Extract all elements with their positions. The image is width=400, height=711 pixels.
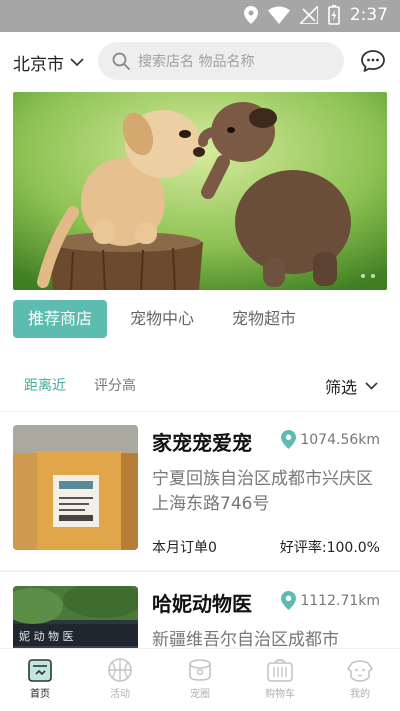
distance-value: 1112.71km [300, 592, 380, 609]
tab-recommended-shops[interactable]: 推荐商店 [13, 300, 108, 338]
nav-label: 宠圈 [190, 689, 210, 700]
location-status-icon [243, 6, 258, 24]
chevron-down-icon [70, 58, 84, 67]
shop-card[interactable]: 家宠宠爱宠 1074.56km 宁夏回族自治区成都市兴庆区上海东路746号 本月… [0, 411, 400, 561]
wifi-icon [267, 6, 290, 24]
category-tabs: 推荐商店 宠物中心 宠物超市 [13, 300, 319, 338]
sort-bar: 距离近 评分高 筛选 [0, 365, 400, 403]
carousel-dot [361, 274, 365, 278]
signal-icon [299, 6, 318, 24]
pet-carrier-icon [267, 659, 293, 682]
tab-pet-supermarket[interactable]: 宠物超市 [217, 300, 311, 338]
distance-value: 1074.56km [300, 431, 380, 448]
battery-icon [328, 5, 340, 25]
carousel-dot [371, 274, 375, 278]
search-icon [112, 52, 130, 70]
svg-text:妮 动 物 医: 妮 动 物 医 [19, 629, 74, 643]
status-time: 2:37 [349, 5, 388, 25]
search-placeholder: 搜索店名 物品名称 [138, 54, 255, 70]
shop-address: 宁夏回族自治区成都市兴庆区上海东路746号 [152, 469, 373, 514]
pet-circle-icon [189, 659, 211, 681]
sort-rating[interactable]: 评分高 [94, 375, 136, 395]
location-pin-icon [281, 591, 297, 610]
nav-pet-circle[interactable]: 宠圈 [160, 649, 240, 711]
bottom-nav: 首页 活动 宠圈 购物车 我的 [0, 648, 400, 711]
nav-label: 活动 [110, 689, 130, 700]
shop-name: 哈妮动物医 [152, 592, 252, 616]
message-icon[interactable] [360, 49, 386, 73]
sort-distance[interactable]: 距离近 [24, 375, 66, 395]
basketball-icon [108, 658, 132, 682]
nav-cart[interactable]: 购物车 [240, 649, 320, 711]
shop-rating: 好评率:100.0% [279, 540, 380, 556]
carousel-indicator [361, 274, 375, 278]
city-label: 北京市 [13, 55, 64, 75]
chevron-down-icon [365, 382, 378, 390]
filter-button[interactable]: 筛选 [325, 374, 378, 398]
nav-label: 我的 [350, 689, 370, 700]
banner-carousel[interactable] [13, 92, 387, 290]
nav-label: 购物车 [265, 689, 295, 700]
nav-profile[interactable]: 我的 [320, 649, 400, 711]
city-selector[interactable]: 北京市 [13, 50, 84, 75]
location-pin-icon [281, 430, 297, 449]
nav-label: 首页 [30, 689, 50, 700]
nav-activity[interactable]: 活动 [80, 649, 160, 711]
shop-image [13, 425, 138, 550]
header: 北京市 搜索店名 物品名称 [0, 32, 400, 90]
shop-monthly-orders: 本月订单0 [152, 540, 217, 556]
filter-label: 筛选 [324, 378, 357, 397]
nav-home[interactable]: 首页 [0, 649, 80, 711]
status-bar: 2:37 [0, 0, 400, 32]
home-icon [28, 659, 52, 682]
shop-distance: 1112.71km [281, 591, 380, 610]
tab-pet-center[interactable]: 宠物中心 [115, 300, 209, 338]
banner-image [13, 92, 387, 290]
dog-face-icon [346, 660, 374, 682]
search-bar[interactable]: 搜索店名 物品名称 [98, 42, 344, 80]
shop-distance: 1074.56km [281, 430, 380, 449]
shop-name: 家宠宠爱宠 [152, 431, 252, 455]
